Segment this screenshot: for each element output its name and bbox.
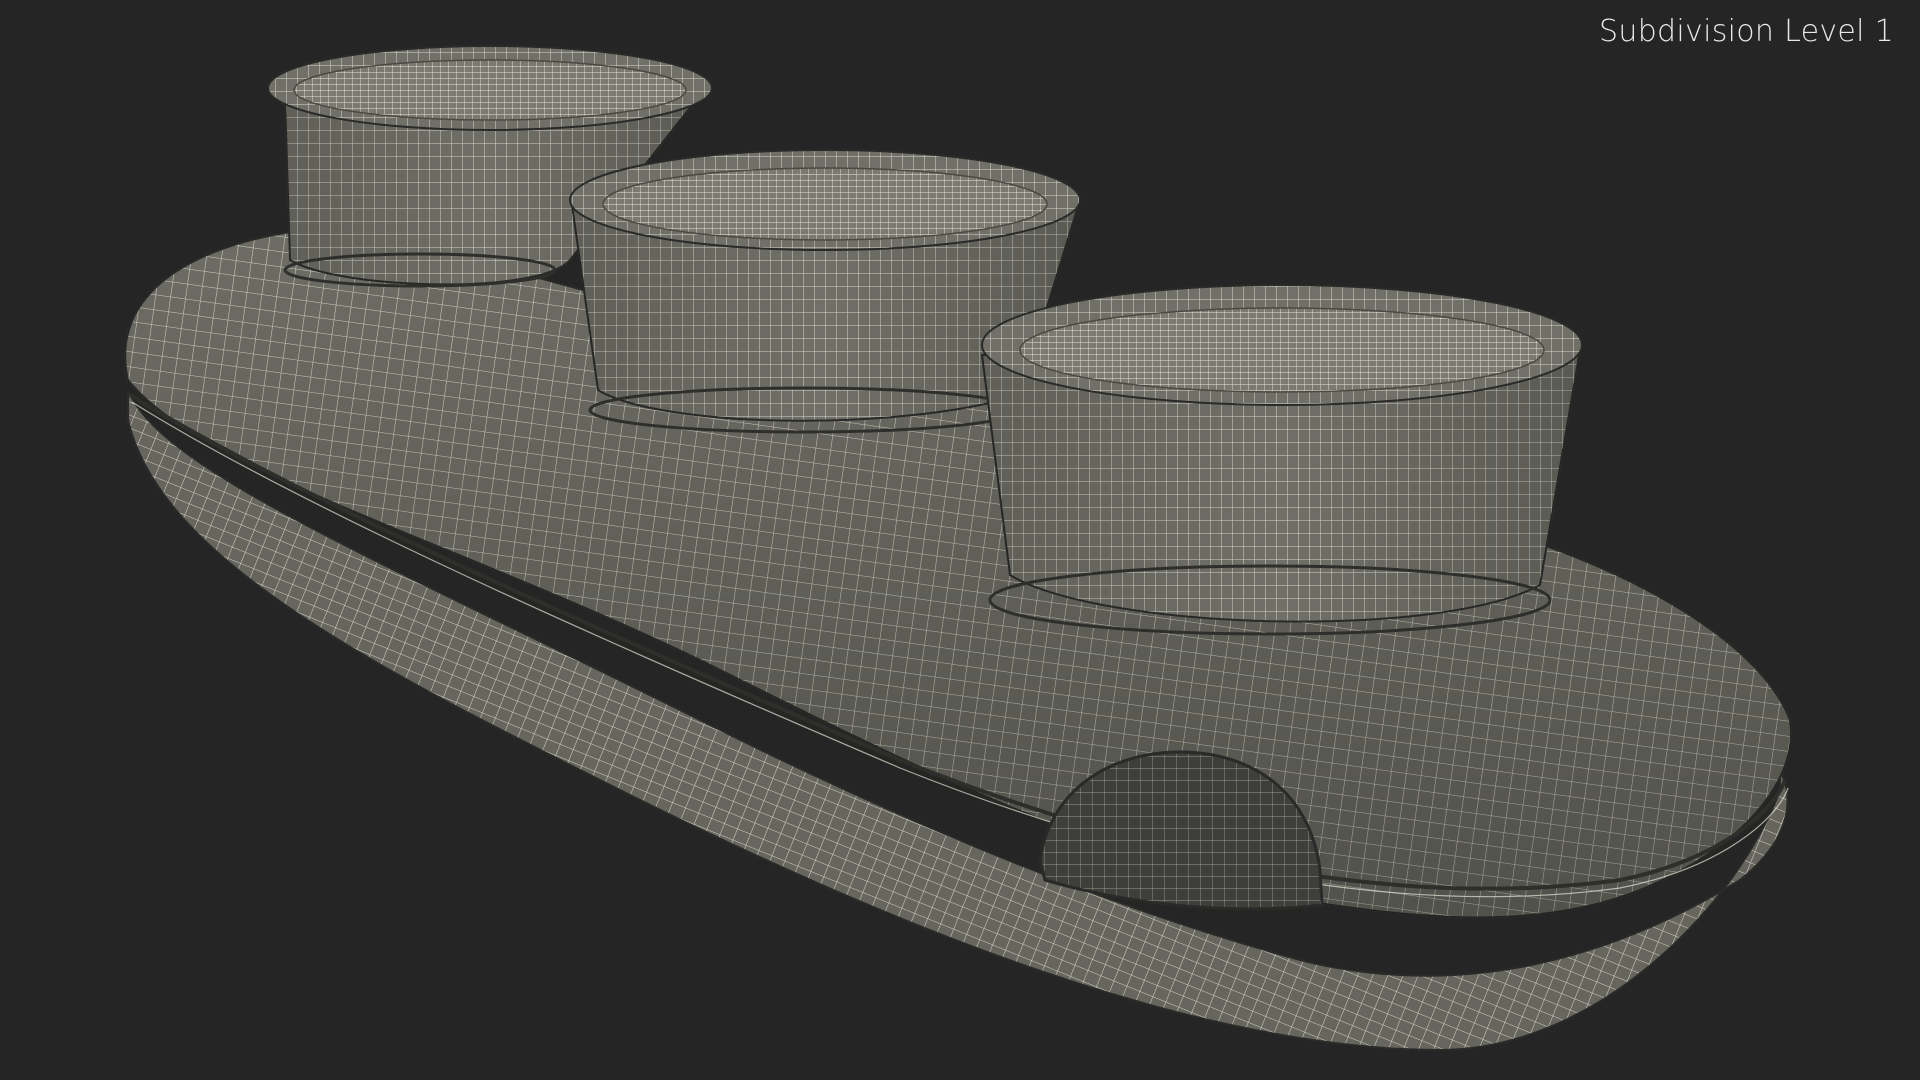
cup-front xyxy=(980,284,1583,636)
subdivision-level-label: Subdivision Level 1 xyxy=(1599,14,1894,49)
wireframe-render xyxy=(124,45,1793,1052)
render-viewport: Subdivision Level 1 xyxy=(0,0,1920,1080)
